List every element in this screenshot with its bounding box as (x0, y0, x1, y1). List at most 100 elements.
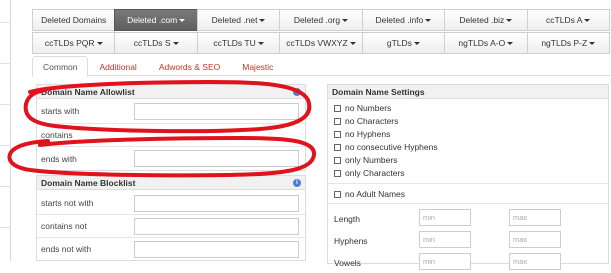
button-label: ccTLDs PQR (44, 38, 95, 48)
only-characters-option[interactable]: only Characters (334, 168, 405, 178)
button-label: Deleted .net (211, 15, 258, 25)
allowlist-title: Domain Name Allowlist (41, 86, 135, 97)
checkbox[interactable] (334, 156, 341, 164)
checkbox-label: no Numbers (345, 103, 392, 113)
caret-down-icon (584, 18, 591, 22)
vowels-range-row: Vowels min max (334, 253, 604, 273)
checkbox[interactable] (334, 117, 341, 125)
allowlist-panel: Domain Name Allowlist i starts with cont… (36, 84, 307, 171)
ngtlds-p-z-button[interactable]: ngTLDs P-Z (526, 32, 610, 54)
ends-not-with-input[interactable] (134, 240, 299, 258)
caret-down-icon (425, 18, 432, 22)
caret-down-icon (257, 41, 264, 45)
checkbox-label: no Hyphens (345, 129, 391, 139)
starts-not-with-input[interactable] (134, 194, 299, 212)
deleted-biz-button[interactable]: Deleted .biz (444, 9, 528, 31)
section-divider (328, 203, 608, 204)
no-numbers-option[interactable]: no Numbers (334, 103, 391, 113)
vowels-min-input[interactable]: min (419, 253, 471, 270)
caret-down-icon (413, 41, 420, 45)
caret-down-icon (172, 41, 179, 45)
button-label: ngTLDs A-O (458, 38, 506, 48)
no-adult-names-option[interactable]: no Adult Names (334, 189, 405, 199)
vowels-max-input[interactable]: max (509, 253, 561, 270)
button-label: ccTLDs VWXYZ (286, 38, 348, 48)
ends-not-with-row: ends not with (37, 238, 305, 260)
blocklist-title: Domain Name Blocklist (41, 177, 136, 188)
caret-down-icon (179, 18, 186, 22)
cctlds-vwxyz-button[interactable]: ccTLDs VWXYZ (279, 32, 363, 54)
contains-not-input[interactable] (134, 217, 299, 235)
no-characters-option[interactable]: no Characters (334, 116, 398, 126)
ends-with-row: ends with (37, 147, 305, 170)
length-label: Length (334, 214, 360, 224)
settings-header: Domain Name Settings (328, 85, 608, 99)
ends-not-with-label: ends not with (41, 244, 92, 254)
deleted-com-button[interactable]: Deleted .com (114, 9, 198, 31)
starts-with-input[interactable] (134, 102, 299, 120)
tld-button-grid: Deleted Domains Deleted .com Deleted .ne… (32, 9, 610, 54)
deleted-info-button[interactable]: Deleted .info (361, 9, 446, 31)
button-label: Deleted .biz (459, 15, 505, 25)
checkbox-label: only Numbers (345, 155, 398, 165)
length-max-input[interactable]: max (509, 209, 561, 226)
checkbox[interactable] (334, 190, 341, 198)
cctlds-tu-button[interactable]: ccTLDs TU (196, 32, 281, 54)
deleted-org-button[interactable]: Deleted .org (279, 9, 363, 31)
caret-down-icon (507, 41, 514, 45)
checkbox[interactable] (334, 130, 341, 138)
deleted-domains-button[interactable]: Deleted Domains (32, 9, 116, 31)
left-margin (0, 0, 24, 261)
checkbox-label: no consecutive Hyphens (345, 142, 438, 152)
ends-with-input[interactable] (134, 150, 299, 167)
info-icon[interactable]: i (293, 179, 301, 187)
hyphens-range-row: Hyphens min max (334, 231, 604, 251)
settings-panel: Domain Name Settings no Numbers no Chara… (327, 84, 609, 270)
hyphens-min-input[interactable]: min (419, 231, 471, 248)
info-icon[interactable]: i (293, 88, 301, 96)
tab-majestic[interactable]: Majestic (231, 56, 284, 76)
cctlds-a-button[interactable]: ccTLDs A (526, 9, 610, 31)
cctlds-pqr-button[interactable]: ccTLDs PQR (32, 32, 116, 54)
hyphens-label: Hyphens (334, 236, 368, 246)
caret-down-icon (96, 41, 103, 45)
button-label: ccTLDs A (546, 15, 583, 25)
blocklist-header: Domain Name Blocklist i (37, 176, 305, 190)
cctlds-s-button[interactable]: ccTLDs S (114, 32, 198, 54)
length-range-row: Length min max (334, 209, 604, 229)
margin-tick (0, 145, 11, 146)
button-label: ccTLDs S (133, 38, 171, 48)
gtlds-button[interactable]: gTLDs (361, 32, 446, 54)
tab-additional[interactable]: Additional (88, 56, 147, 76)
caret-down-icon (349, 41, 356, 45)
deleted-net-button[interactable]: Deleted .net (196, 9, 281, 31)
margin-tick (0, 104, 11, 105)
checkbox[interactable] (334, 143, 341, 151)
starts-with-label: starts with (41, 106, 80, 116)
button-label: Deleted .com (127, 15, 178, 25)
ngtlds-a-o-button[interactable]: ngTLDs A-O (444, 32, 528, 54)
tab-adwords-seo[interactable]: Adwords & SEO (148, 56, 231, 76)
button-label: Deleted .info (375, 15, 424, 25)
no-consecutive-hyphens-option[interactable]: no consecutive Hyphens (334, 142, 438, 152)
filter-tabs: Common Additional Adwords & SEO Majestic (32, 56, 610, 77)
vowels-label: Vowels (334, 258, 361, 268)
allowlist-header: Domain Name Allowlist i (37, 85, 305, 99)
tld-button-row-2: ccTLDs PQR ccTLDs S ccTLDs TU ccTLDs VWX… (32, 32, 610, 54)
checkbox-label: no Adult Names (345, 189, 406, 199)
checkbox-label: no Characters (345, 116, 399, 126)
caret-down-icon (259, 18, 266, 22)
margin-tick (0, 63, 11, 64)
no-hyphens-option[interactable]: no Hyphens (334, 129, 390, 139)
length-min-input[interactable]: min (419, 209, 471, 226)
tab-common[interactable]: Common (32, 56, 89, 77)
hyphens-max-input[interactable]: max (509, 231, 561, 248)
contains-not-label: contains not (41, 221, 87, 231)
caret-down-icon (342, 18, 349, 22)
checkbox[interactable] (334, 104, 341, 112)
checkbox[interactable] (334, 169, 341, 177)
blocklist-panel: Domain Name Blocklist i starts not with … (36, 175, 307, 261)
only-numbers-option[interactable]: only Numbers (334, 155, 397, 165)
checkbox-label: only Characters (345, 168, 405, 178)
tld-button-row-1: Deleted Domains Deleted .com Deleted .ne… (32, 9, 610, 31)
